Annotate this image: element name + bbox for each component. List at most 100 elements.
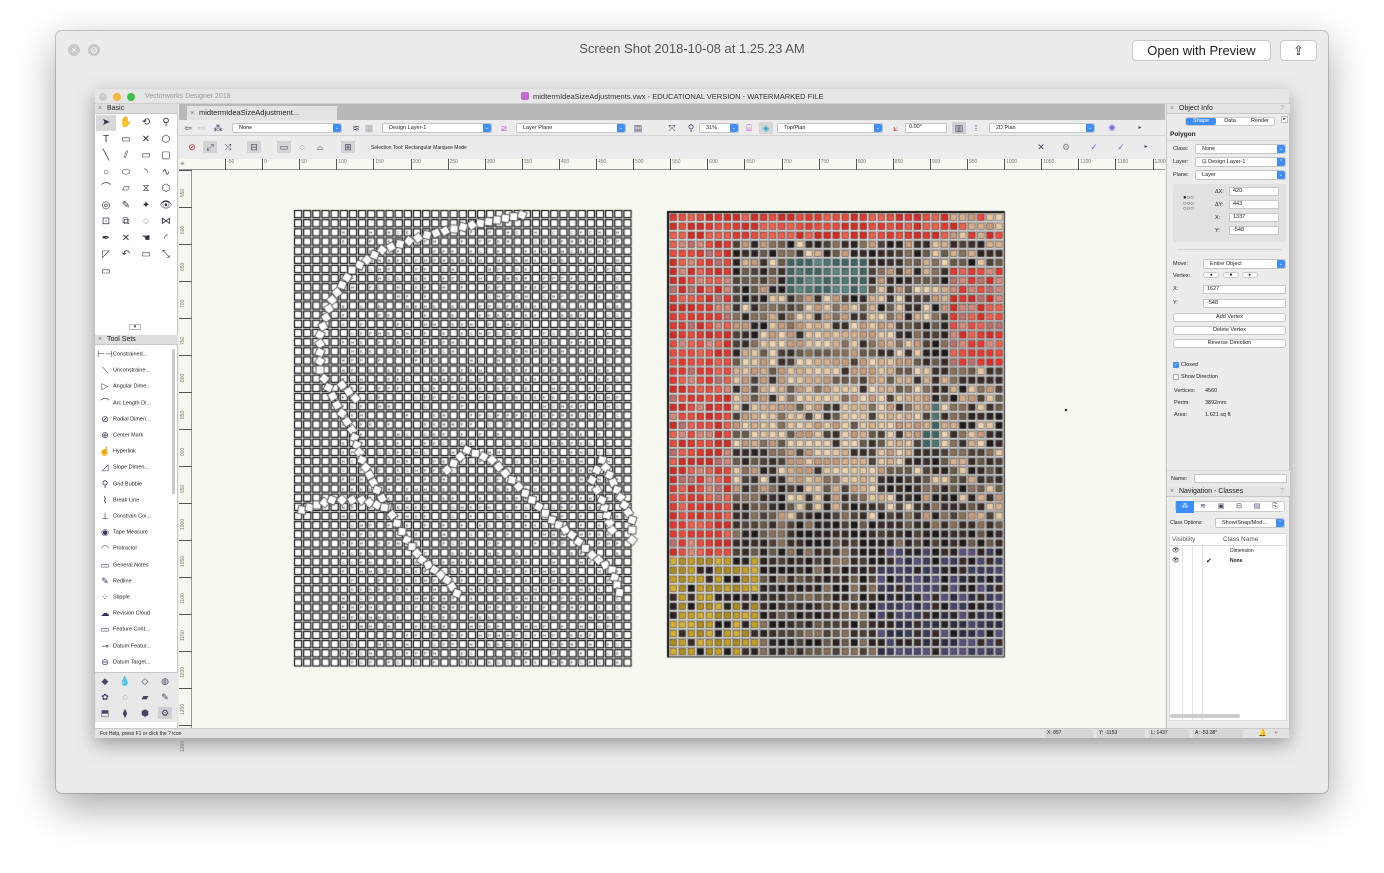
visibility-column-header[interactable]: Visibility (1172, 536, 1195, 543)
tool-rounded-rectangle-icon[interactable]: ▢ (156, 148, 176, 164)
scroll-down-button[interactable]: ▾ (129, 324, 141, 330)
tool-rotate-icon[interactable]: ◌ (136, 214, 156, 230)
page-boundary-icon[interactable]: ⌸ (742, 122, 756, 134)
tool-mirror-icon[interactable]: ⋈ (156, 214, 176, 230)
tool-set-item[interactable]: ⁘ Stipple (97, 589, 173, 605)
close-icon[interactable]: × (1170, 487, 1174, 497)
share-icon[interactable]: ⇪ (1280, 40, 1317, 61)
classes-tab-icon[interactable]: ⁂ (1176, 501, 1194, 513)
lighting-icon[interactable]: ✺ (1105, 122, 1119, 134)
close-tab-icon[interactable]: × (190, 106, 194, 120)
close-icon[interactable]: × (98, 104, 102, 114)
render-dropdown[interactable]: 2D Plan ⌄ (989, 123, 1095, 133)
view-dropdown[interactable]: Top/Plan ⌄ (777, 123, 883, 133)
rotation-field[interactable]: 0.00° (905, 123, 947, 133)
tool-fillet-2-icon[interactable]: ↶ (116, 247, 136, 263)
tool-set-item[interactable]: ⊘ Radial Dimen... (97, 411, 173, 427)
layer-field[interactable]: ⊡ Design Layer-1 ⌃ (1195, 157, 1286, 167)
tool-set-icon[interactable]: ◍ (158, 675, 172, 687)
saved-views-tab-icon[interactable]: ▤ (1248, 501, 1266, 513)
forward-arrow-icon[interactable]: ⇨ (195, 122, 209, 134)
closed-checkbox[interactable]: ✓ (1173, 362, 1179, 368)
dx-field[interactable]: 420 (1229, 187, 1279, 196)
plane-dropdown[interactable]: Layer Plane ⌄ (516, 123, 626, 133)
class-row[interactable]: 👁 Dimension (1170, 547, 1286, 557)
tool-split-icon[interactable]: ✕ (116, 231, 136, 247)
tool-set-item[interactable]: ✎ Redline (97, 573, 173, 589)
class-options-dropdown[interactable]: Show/Snap/Mod... ⌃ (1215, 518, 1285, 528)
zoom-icon[interactable] (127, 93, 135, 101)
tool-locus-icon[interactable]: ✕ (136, 132, 156, 148)
tool-set-item[interactable]: ⊥ Constrain Coi... (97, 508, 173, 524)
sheet-layers-tab-icon[interactable]: ▣ (1212, 501, 1230, 513)
more-icon[interactable]: ▸ (1133, 122, 1147, 134)
tool-regular-polygon-icon[interactable]: ⬡ (156, 181, 176, 197)
tab-data[interactable]: Data (1216, 118, 1244, 125)
add-vertex-button[interactable]: Add Vertex (1173, 313, 1286, 322)
layers-tab-icon[interactable]: ≋ (1194, 501, 1212, 513)
projection-icon[interactable]: ⁞ (969, 122, 983, 134)
tool-set-item[interactable]: ▭ Feature Cont... (97, 621, 173, 637)
references-tab-icon[interactable]: ⎘ (1266, 501, 1284, 513)
open-with-preview-button[interactable]: Open with Preview (1132, 40, 1271, 61)
tool-set-icon[interactable]: ✎ (158, 691, 172, 703)
eye-icon[interactable]: 👁 (1172, 547, 1180, 554)
viewports-tab-icon[interactable]: ⊟ (1230, 501, 1248, 513)
y-field[interactable]: -548 (1229, 226, 1279, 235)
more-icon[interactable]: ▸ (1139, 141, 1153, 153)
tool-spiral-icon[interactable]: ◎ (96, 198, 116, 214)
close-icon[interactable]: × (1170, 104, 1174, 114)
close-icon[interactable] (99, 93, 107, 101)
show-direction-checkbox[interactable] (1173, 374, 1179, 380)
dy-field[interactable]: 443 (1229, 200, 1279, 209)
tool-fillet-icon[interactable]: ◜ (156, 231, 176, 247)
tool-set-item[interactable]: ⊖ Datum Target... (97, 654, 173, 670)
close-icon[interactable]: × (98, 335, 102, 345)
saved-views-icon[interactable]: ⁂ (211, 122, 225, 134)
class-row[interactable]: 👁 ✔ None (1170, 557, 1286, 567)
move-dropdown[interactable]: Entire Object ⌄ (1203, 259, 1286, 269)
selection-options-icon[interactable]: ⊞ (341, 141, 355, 153)
tool-polyline-icon[interactable]: ⌒ (96, 181, 116, 197)
tool-sets-scrollbar[interactable] (172, 349, 175, 494)
plane-icon[interactable]: ⧄ (497, 122, 511, 134)
close-icon[interactable]: × (68, 44, 80, 56)
more-icon[interactable]: ▸ (1275, 729, 1278, 736)
tool-set-icon[interactable]: ⬒ (98, 707, 112, 719)
tool-connect-icon[interactable]: ☚ (136, 231, 156, 247)
sheet-icon[interactable]: ▤ (631, 122, 645, 134)
tool-set-item[interactable]: ⚲ Grid Bubble (97, 476, 173, 492)
fullscreen-icon[interactable]: ⊘ (88, 44, 100, 56)
layers-icon[interactable]: ≋ (349, 122, 363, 134)
tool-oval-icon[interactable]: ⬭ (116, 165, 136, 181)
back-arrow-icon[interactable]: ⇦ (181, 122, 195, 134)
tool-circle-icon[interactable]: ○ (96, 165, 116, 181)
single-snap-icon[interactable]: ⤢ (203, 141, 217, 153)
tool-pan-icon[interactable]: ✋ (116, 115, 136, 131)
next-vertex-button[interactable]: ▸ (1242, 272, 1258, 278)
tool-attribute-mapping-icon[interactable]: ✦ (136, 198, 156, 214)
smart-cursor-icon[interactable]: ✓ (1114, 141, 1128, 153)
tool-line-icon[interactable]: ╲ (96, 148, 116, 164)
tool-polygon-icon[interactable]: ▱ (116, 181, 136, 197)
plane-field[interactable]: Layer ⌄ (1195, 170, 1286, 180)
tool-set-icon[interactable]: ◇ (138, 675, 152, 687)
tool-visibility-icon[interactable]: 👁 (156, 198, 176, 214)
layer-dropdown[interactable]: Design Layer-1 ⌄ (382, 123, 492, 133)
reference-point-grid[interactable]: ●○○ ○○○ ○○○ (1183, 195, 1194, 213)
alert-bell-icon[interactable]: 🔔 (1258, 729, 1267, 737)
tool-set-item[interactable]: ◉ Tape Measure (97, 524, 173, 540)
class-field[interactable]: None ⌄ (1195, 144, 1286, 154)
document-tab[interactable]: × midtermIdeaSizeAdjustment... (187, 106, 337, 120)
tab-render[interactable]: Render (1244, 118, 1276, 125)
horizontal-scrollbar[interactable] (1170, 714, 1240, 718)
tool-trim-icon[interactable]: ⤡ (156, 247, 176, 263)
tool-chamfer-icon[interactable]: ◸ (96, 247, 116, 263)
tool-set-item[interactable]: ◠ Protractor (97, 540, 173, 556)
tool-set-item[interactable]: ▷ Angular Dime... (97, 378, 173, 394)
tool-eraser-icon[interactable]: ▭ (136, 247, 156, 263)
snap-off-icon[interactable]: ⊘ (185, 141, 199, 153)
tool-set-item[interactable]: ⟍ Unconstraine... (97, 362, 173, 378)
align-icon[interactable]: ⊟ (247, 141, 261, 153)
class-dropdown[interactable]: None ⌄ (232, 123, 342, 133)
